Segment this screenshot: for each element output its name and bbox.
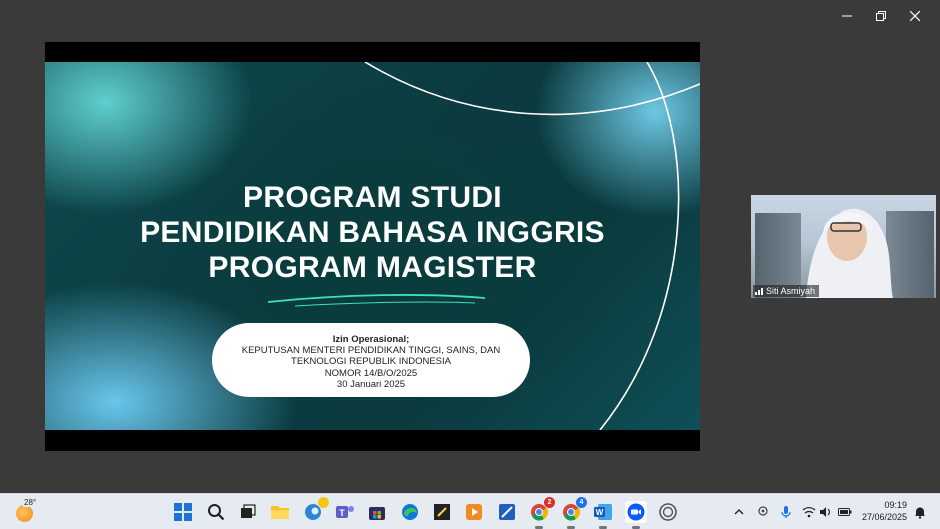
participant-avatar [806,208,893,298]
close-button[interactable] [898,6,932,26]
tray-overflow-button[interactable] [731,504,747,520]
chrome-profile-badge: 4 [576,497,587,508]
obs-icon [659,503,677,521]
media-player-icon [466,504,482,520]
task-view-icon [241,504,256,518]
participant-name-tag: Siti Asmiyah [753,285,820,297]
volume-tray-button[interactable] [818,504,834,520]
wifi-icon [802,507,816,518]
taskbar: 28° T 2 4 W 09:19 27/06/2025 [0,493,940,529]
signal-strength-icon [755,287,763,295]
file-explorer-icon [271,506,289,519]
close-icon [910,11,920,21]
weather-widget[interactable]: 28° [14,498,38,524]
location-tray-button[interactable] [755,504,771,520]
participant-name: Siti Asmiyah [766,286,816,296]
obs-button[interactable] [657,501,679,523]
license-info-box: Izin Operasional; KEPUTUSAN MENTERI PEND… [212,323,530,397]
zoom-button[interactable] [625,501,647,529]
edge-legacy-badge [318,497,329,508]
microphone-tray-button[interactable] [778,504,794,520]
location-icon [758,506,768,516]
license-line-1: KEPUTUSAN MENTERI PENDIDIKAN TINGGI, SAI… [241,345,501,357]
license-line-4: 30 Januari 2025 [336,378,406,390]
clock-date: 27/06/2025 [861,512,907,522]
search-button[interactable] [205,501,227,523]
system-clock[interactable]: 09:19 27/06/2025 [862,499,907,523]
chevron-up-icon [734,509,744,515]
svg-text:W: W [596,508,604,517]
restore-icon [876,11,886,21]
shared-screen[interactable]: PROGRAM STUDI PENDIDIKAN BAHASA INGGRIS … [45,42,700,451]
start-button[interactable] [172,501,194,523]
edge-legacy-button[interactable] [302,497,329,523]
word-icon: W [594,504,612,520]
teams-button[interactable]: T [334,501,356,523]
chrome-badge: 2 [544,497,555,508]
license-label: Izin Operasional; [332,334,410,345]
title-line-2: PENDIDIKAN BAHASA INGGRIS [140,216,605,249]
notification-bell-icon [915,507,925,519]
minimize-icon [842,15,852,17]
title-line-3: PROGRAM MAGISTER [208,251,537,284]
sticky-notes-button[interactable] [431,501,453,523]
start-icon [174,503,192,521]
sticky-notes-icon [434,504,450,520]
participant-video[interactable]: Siti Asmiyah [751,195,936,298]
battery-icon [838,508,852,516]
chrome-button[interactable]: 2 [528,497,555,529]
title-line-1: PROGRAM STUDI [243,181,502,214]
zoom-icon [627,503,645,521]
paint-button[interactable] [496,501,518,523]
restore-button[interactable] [864,6,898,26]
wifi-tray-button[interactable] [801,504,817,520]
license-line-3: NOMOR 14/B/O/2025 [324,367,418,379]
edge-button[interactable] [399,501,421,523]
edge-icon [402,504,418,520]
paint-icon [499,504,515,520]
weather-sun-icon [16,505,33,522]
store-button[interactable] [366,501,388,523]
slide-title: PROGRAM STUDI PENDIDIKAN BAHASA INGGRIS … [45,180,700,285]
word-button[interactable]: W [592,501,614,529]
notification-button[interactable] [912,504,928,520]
microphone-icon [781,506,791,518]
weather-temperature: 28° [23,498,38,507]
battery-tray-button[interactable] [837,504,853,520]
teams-icon: T [336,506,354,518]
clock-time: 09:19 [884,500,907,510]
media-player-button[interactable] [463,501,485,523]
svg-text:T: T [339,508,345,518]
presentation-slide: PROGRAM STUDI PENDIDIKAN BAHASA INGGRIS … [45,62,700,430]
task-view-button[interactable] [237,501,259,523]
file-explorer-button[interactable] [269,501,291,523]
license-line-2: TEKNOLOGI REPUBLIK INDONESIA [291,356,451,368]
chrome-profile-button[interactable]: 4 [560,497,587,529]
store-icon [369,507,385,520]
search-icon [208,504,225,521]
minimize-button[interactable] [830,6,864,26]
window-controls [830,6,932,26]
volume-icon [820,507,830,517]
